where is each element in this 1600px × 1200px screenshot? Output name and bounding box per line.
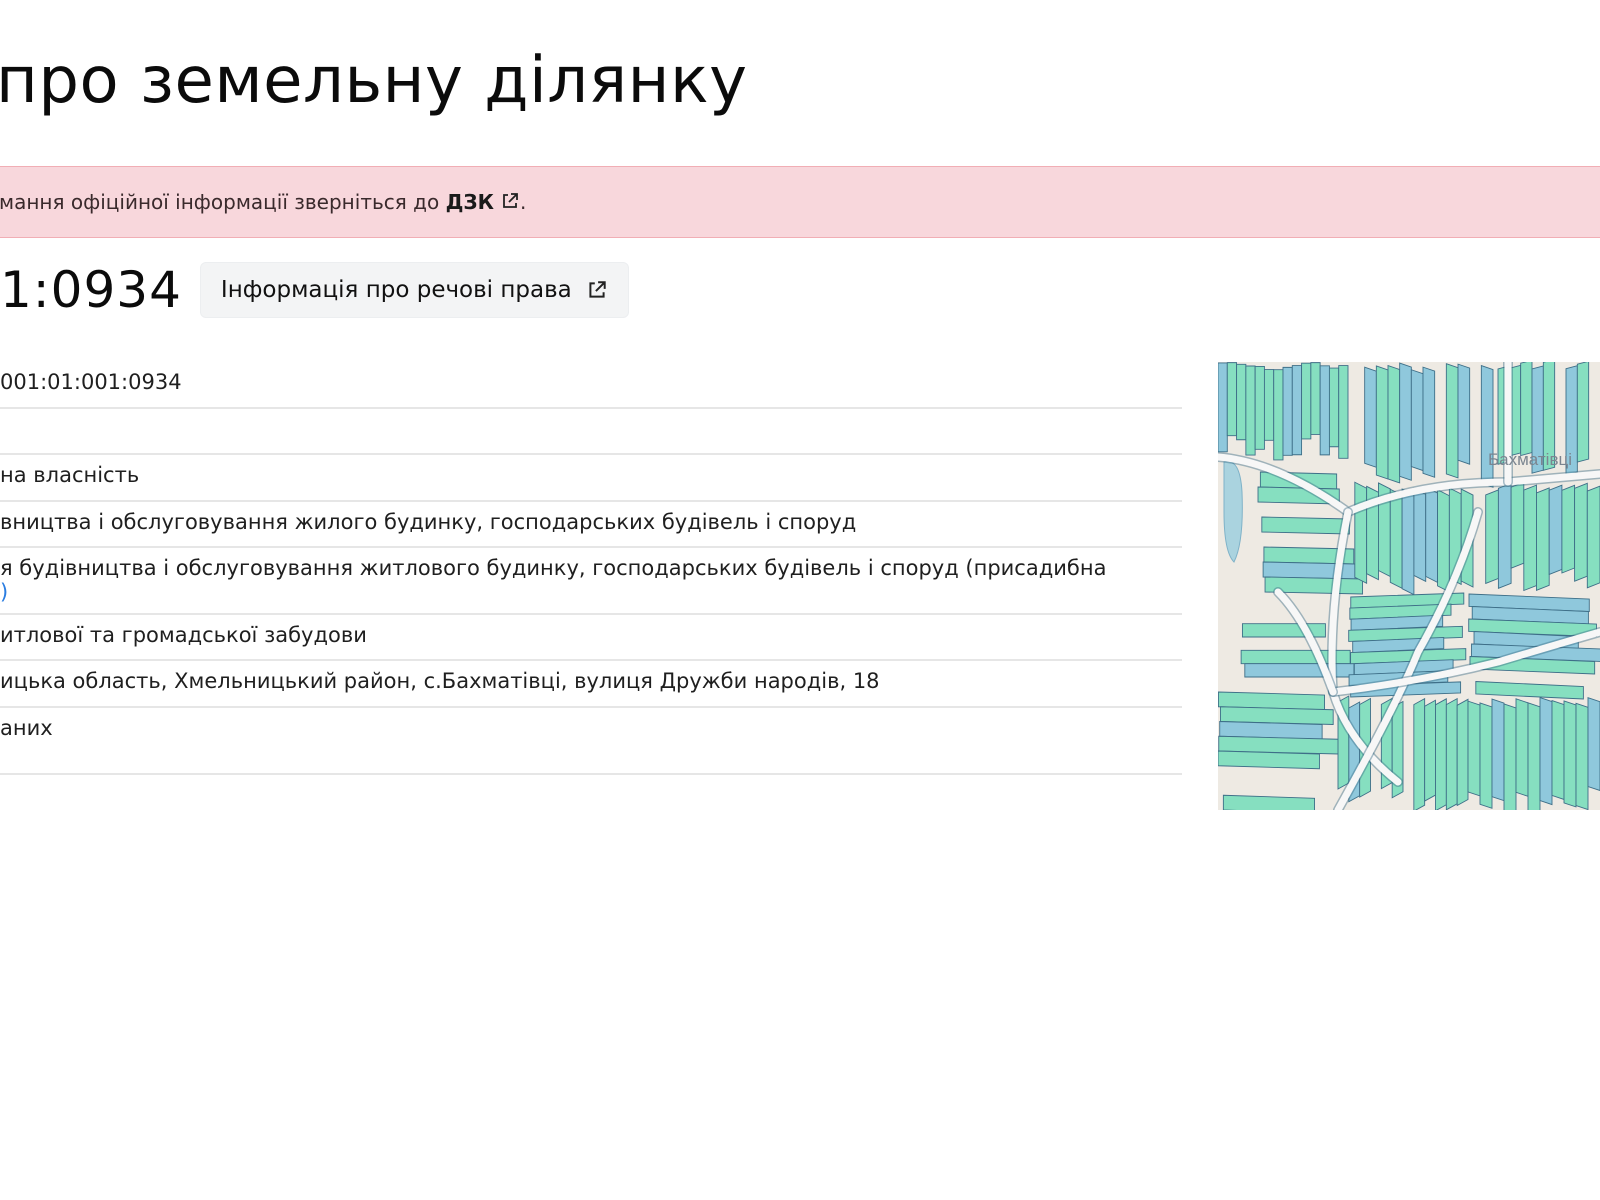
official-info-alert: мання офіційної інформації зверніться до… (0, 166, 1600, 238)
info-value: на власність (0, 463, 140, 487)
alert-text-prefix: мання офіційної інформації зверніться до (0, 190, 446, 214)
info-value: я будівництва і обслуговування житлового… (0, 556, 1180, 604)
cadastral-number: 1:0934 (0, 261, 182, 319)
info-value: ицька область, Хмельницький район, с.Бах… (0, 669, 880, 693)
page-title: про земельну ділянку (0, 44, 748, 118)
info-value-line1: я будівництва і обслуговування житлового… (0, 556, 1107, 580)
info-row-purpose: вництва і обслуговування жилого будинку,… (0, 502, 1182, 548)
property-rights-button[interactable]: Інформація про речові права (199, 262, 629, 318)
info-row-purpose-code: я будівництва і обслуговування житлового… (0, 548, 1182, 615)
dzk-link-label: ДЗК (445, 190, 494, 214)
external-link-icon (589, 281, 606, 298)
info-value-line2: ) (0, 580, 9, 605)
parcel-info-table: 001:01:001:0934 на власність вництва і о… (0, 362, 1182, 775)
cadastral-map-image (1218, 362, 1600, 810)
info-value: итлової та громадської забудови (0, 623, 367, 647)
info-value: аних (0, 716, 53, 740)
property-rights-button-label: Інформація про речові права (220, 277, 572, 303)
dzk-link[interactable]: ДЗК (446, 190, 520, 214)
parcel-map[interactable]: Бахматівці (1218, 362, 1600, 810)
info-value: 001:01:001:0934 (0, 370, 182, 394)
info-row (0, 409, 1182, 455)
info-row-cadastral: 001:01:001:0934 (0, 362, 1182, 409)
parcel-header: 1:0934 Інформація про речові права (0, 262, 629, 318)
info-row-land-category: итлової та громадської забудови (0, 615, 1182, 661)
info-row-no-data: аних (0, 708, 1182, 775)
external-link-icon (503, 193, 518, 208)
alert-text-suffix: . (519, 190, 527, 214)
info-value: вництва і обслуговування жилого будинку,… (0, 510, 857, 534)
info-row-ownership: на власність (0, 455, 1182, 502)
alert-text: мання офіційної інформації зверніться до… (0, 190, 526, 214)
info-row-address: ицька область, Хмельницький район, с.Бах… (0, 661, 1182, 708)
map-place-label: Бахматівці (1488, 450, 1572, 469)
